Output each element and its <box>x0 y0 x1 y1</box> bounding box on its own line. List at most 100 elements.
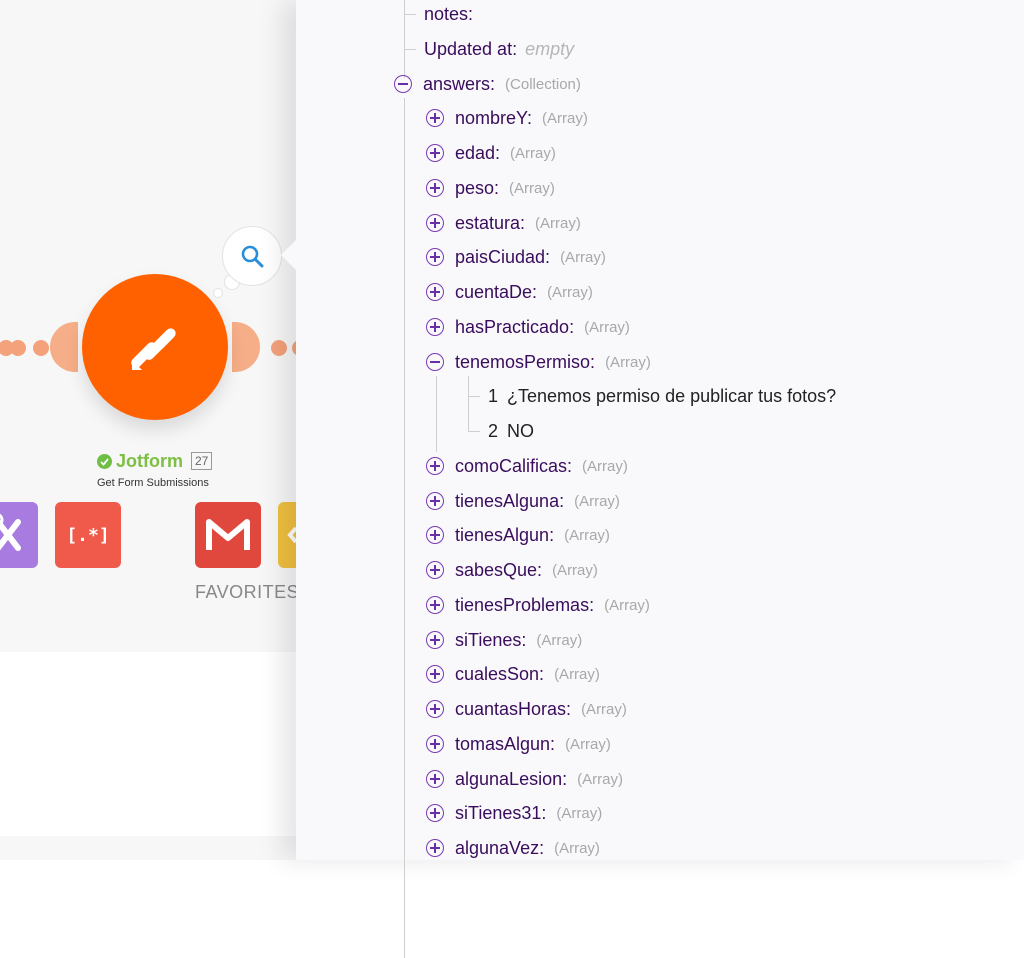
collapse-icon[interactable] <box>394 75 412 93</box>
field-row[interactable]: Updated at: empty <box>424 35 574 63</box>
answer-key: paisCiudad: <box>455 246 551 267</box>
answer-type: (Array) <box>554 665 600 683</box>
answer-type: (Array) <box>510 144 556 162</box>
answer-key: algunaVez: <box>455 837 545 858</box>
array-item-row[interactable]: 2 NO <box>488 417 534 445</box>
success-check-icon <box>97 453 112 469</box>
expand-icon[interactable] <box>426 214 444 232</box>
answer-row[interactable]: tienesAlguna: (Array) <box>426 487 620 515</box>
answer-key: cuantasHoras: <box>455 698 572 719</box>
tree-guide-line <box>404 98 405 958</box>
inspect-bubble[interactable] <box>222 226 282 286</box>
jotform-module[interactable] <box>82 274 228 420</box>
answer-row[interactable]: tienesProblemas: (Array) <box>426 591 650 619</box>
answer-row[interactable]: tienesAlgun: (Array) <box>426 521 610 549</box>
collection-row-answers[interactable]: answers: (Collection) <box>394 70 581 98</box>
answer-row[interactable]: algunaLesion: (Array) <box>426 765 623 793</box>
field-row[interactable]: notes: <box>424 0 473 28</box>
answer-key: algunaLesion: <box>455 768 568 789</box>
answer-type: (Array) <box>565 735 611 753</box>
answer-row[interactable]: sabesQue: (Array) <box>426 556 598 584</box>
answer-row[interactable]: cuentaDe: (Array) <box>426 278 593 306</box>
connector-dot <box>10 340 26 356</box>
answer-key: tienesProblemas: <box>455 594 595 615</box>
answer-row[interactable]: hasPracticado: (Array) <box>426 313 630 341</box>
gmail-app-tile[interactable] <box>195 502 261 568</box>
tree-guide-line <box>468 396 480 397</box>
module-title-row: Jotform 27 <box>97 450 213 472</box>
answer-row[interactable]: cuantasHoras: (Array) <box>426 695 627 723</box>
answer-row[interactable]: cualesSon: (Array) <box>426 660 600 688</box>
expand-icon[interactable] <box>426 248 444 266</box>
answer-row[interactable]: nombreY: (Array) <box>426 104 588 132</box>
bubble-tail <box>213 288 223 298</box>
answer-row[interactable]: algunaVez: (Array) <box>426 834 600 862</box>
answer-row[interactable]: peso: (Array) <box>426 174 555 202</box>
expand-icon[interactable] <box>426 596 444 614</box>
favorites-label: FAVORITES <box>195 582 296 602</box>
expand-icon[interactable] <box>426 700 444 718</box>
expand-icon[interactable] <box>426 735 444 753</box>
answer-row[interactable]: estatura: (Array) <box>426 209 581 237</box>
answer-type: (Array) <box>554 839 600 857</box>
answer-row[interactable]: siTienes: (Array) <box>426 626 582 654</box>
expand-icon[interactable] <box>426 457 444 475</box>
answer-row[interactable]: siTienes31: (Array) <box>426 799 602 827</box>
field-key: notes: <box>424 3 474 24</box>
answer-type: (Array) <box>581 700 627 718</box>
answer-type: (Array) <box>582 457 628 475</box>
expand-icon[interactable] <box>426 179 444 197</box>
answer-key: cuentaDe: <box>455 281 538 302</box>
connector-dot <box>271 340 287 356</box>
answer-type: (Array) <box>535 214 581 232</box>
expand-icon[interactable] <box>426 665 444 683</box>
expand-icon[interactable] <box>426 318 444 336</box>
answer-type: (Array) <box>547 283 593 301</box>
bundle-inspector-panel[interactable]: notes: Updated at: empty answers: (Collectio… <box>296 0 1024 958</box>
module-name[interactable]: Jotform <box>116 451 183 472</box>
expand-icon[interactable] <box>426 561 444 579</box>
expand-icon[interactable] <box>426 492 444 510</box>
answer-row[interactable]: edad: (Array) <box>426 139 556 167</box>
expand-icon[interactable] <box>426 804 444 822</box>
array-item-value: NO <box>507 420 535 441</box>
answer-type: (Array) <box>556 804 603 822</box>
expand-icon[interactable] <box>426 770 444 788</box>
expand-icon[interactable] <box>426 283 444 301</box>
answer-key: sabesQue: <box>455 559 543 580</box>
favorite-app-tile[interactable] <box>278 502 296 568</box>
expand-icon[interactable] <box>426 839 444 857</box>
answer-row[interactable]: comoCalificas: (Array) <box>426 452 628 480</box>
answer-row[interactable]: paisCiudad: (Array) <box>426 243 606 271</box>
array-item-value: ¿Tenemos permiso de publicar tus fotos? <box>507 385 837 406</box>
collection-key: answers: <box>423 73 496 94</box>
tree-guide-line <box>404 0 405 78</box>
expand-icon[interactable] <box>426 526 444 544</box>
canvas-bottom-strip <box>0 836 296 860</box>
tree-guide-line <box>468 376 469 431</box>
answer-key: tienesAlgun: <box>455 524 555 545</box>
array-item-row[interactable]: 1 ¿Tenemos permiso de publicar tus fotos? <box>488 382 836 410</box>
answer-key: cualesSon: <box>455 663 545 684</box>
text-parser-app-tile[interactable]: [.*] <box>55 502 121 568</box>
answer-type: (Array) <box>560 248 606 266</box>
answer-row[interactable]: tomasAlgun: (Array) <box>426 730 611 758</box>
tools-icon <box>0 513 21 551</box>
regex-icon: [.*] <box>66 524 110 546</box>
answer-key: estatura: <box>455 212 526 233</box>
answer-key: tienesAlguna: <box>455 490 565 511</box>
expand-icon[interactable] <box>426 109 444 127</box>
tools-app-tile[interactable] <box>0 502 38 568</box>
collapse-icon[interactable] <box>426 353 444 371</box>
expand-icon[interactable] <box>426 144 444 162</box>
field-value: empty <box>525 38 575 59</box>
answer-type: (Array) <box>577 770 623 788</box>
answer-key: nombreY: <box>455 107 533 128</box>
expand-icon[interactable] <box>426 631 444 649</box>
panel-pointer-arrow <box>281 240 296 270</box>
tree-guide-line <box>404 14 416 15</box>
answer-type: (Array) <box>604 596 650 614</box>
answer-key: hasPracticado: <box>455 316 575 337</box>
array-item-index: 1 <box>488 385 499 406</box>
answer-row-expanded[interactable]: tenemosPermiso: (Array) <box>426 348 651 376</box>
